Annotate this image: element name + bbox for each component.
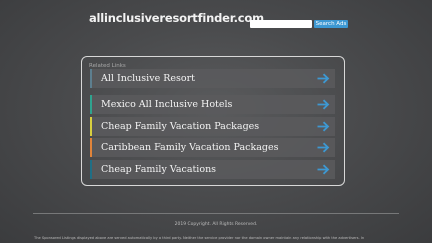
related-link-all-inclusive-resort[interactable]: All Inclusive Resort	[90, 69, 335, 88]
link-color-bar	[90, 117, 92, 136]
related-link-cheap-family-vacations[interactable]: Cheap Family Vacations	[90, 160, 335, 179]
related-link-caribbean-family-vacation-packages[interactable]: Caribbean Family Vacation Packages	[90, 138, 335, 157]
link-color-bar	[90, 95, 92, 114]
site-title[interactable]: allinclusiveresortfinder.com	[89, 11, 264, 25]
arrow-right-icon	[317, 142, 330, 153]
footer-divider	[33, 213, 399, 214]
related-link-label: All Inclusive Resort	[101, 73, 195, 84]
related-links-panel: Related Links All Inclusive Resort Mexic…	[81, 56, 345, 186]
related-link-label: Caribbean Family Vacation Packages	[101, 142, 279, 153]
arrow-right-icon	[317, 73, 330, 84]
link-color-bar	[90, 69, 92, 88]
arrow-right-icon	[317, 121, 330, 132]
related-link-label: Cheap Family Vacation Packages	[101, 121, 260, 132]
link-color-bar	[90, 160, 92, 179]
related-link-cheap-family-vacation-packages[interactable]: Cheap Family Vacation Packages	[90, 117, 335, 136]
related-link-label: Mexico All Inclusive Hotels	[101, 99, 233, 110]
arrow-right-icon	[317, 164, 330, 175]
related-link-mexico-all-inclusive-hotels[interactable]: Mexico All Inclusive Hotels	[90, 95, 335, 114]
disclaimer-text: The Sponsored Listings displayed above a…	[34, 236, 365, 240]
search-input[interactable]	[250, 20, 312, 28]
search-button[interactable]: Search Ads	[314, 20, 348, 28]
link-color-bar	[90, 138, 92, 157]
related-link-label: Cheap Family Vacations	[101, 164, 217, 175]
arrow-right-icon	[317, 99, 330, 110]
copyright-text: 2019 Copyright. All Rights Reserved.	[174, 222, 258, 227]
